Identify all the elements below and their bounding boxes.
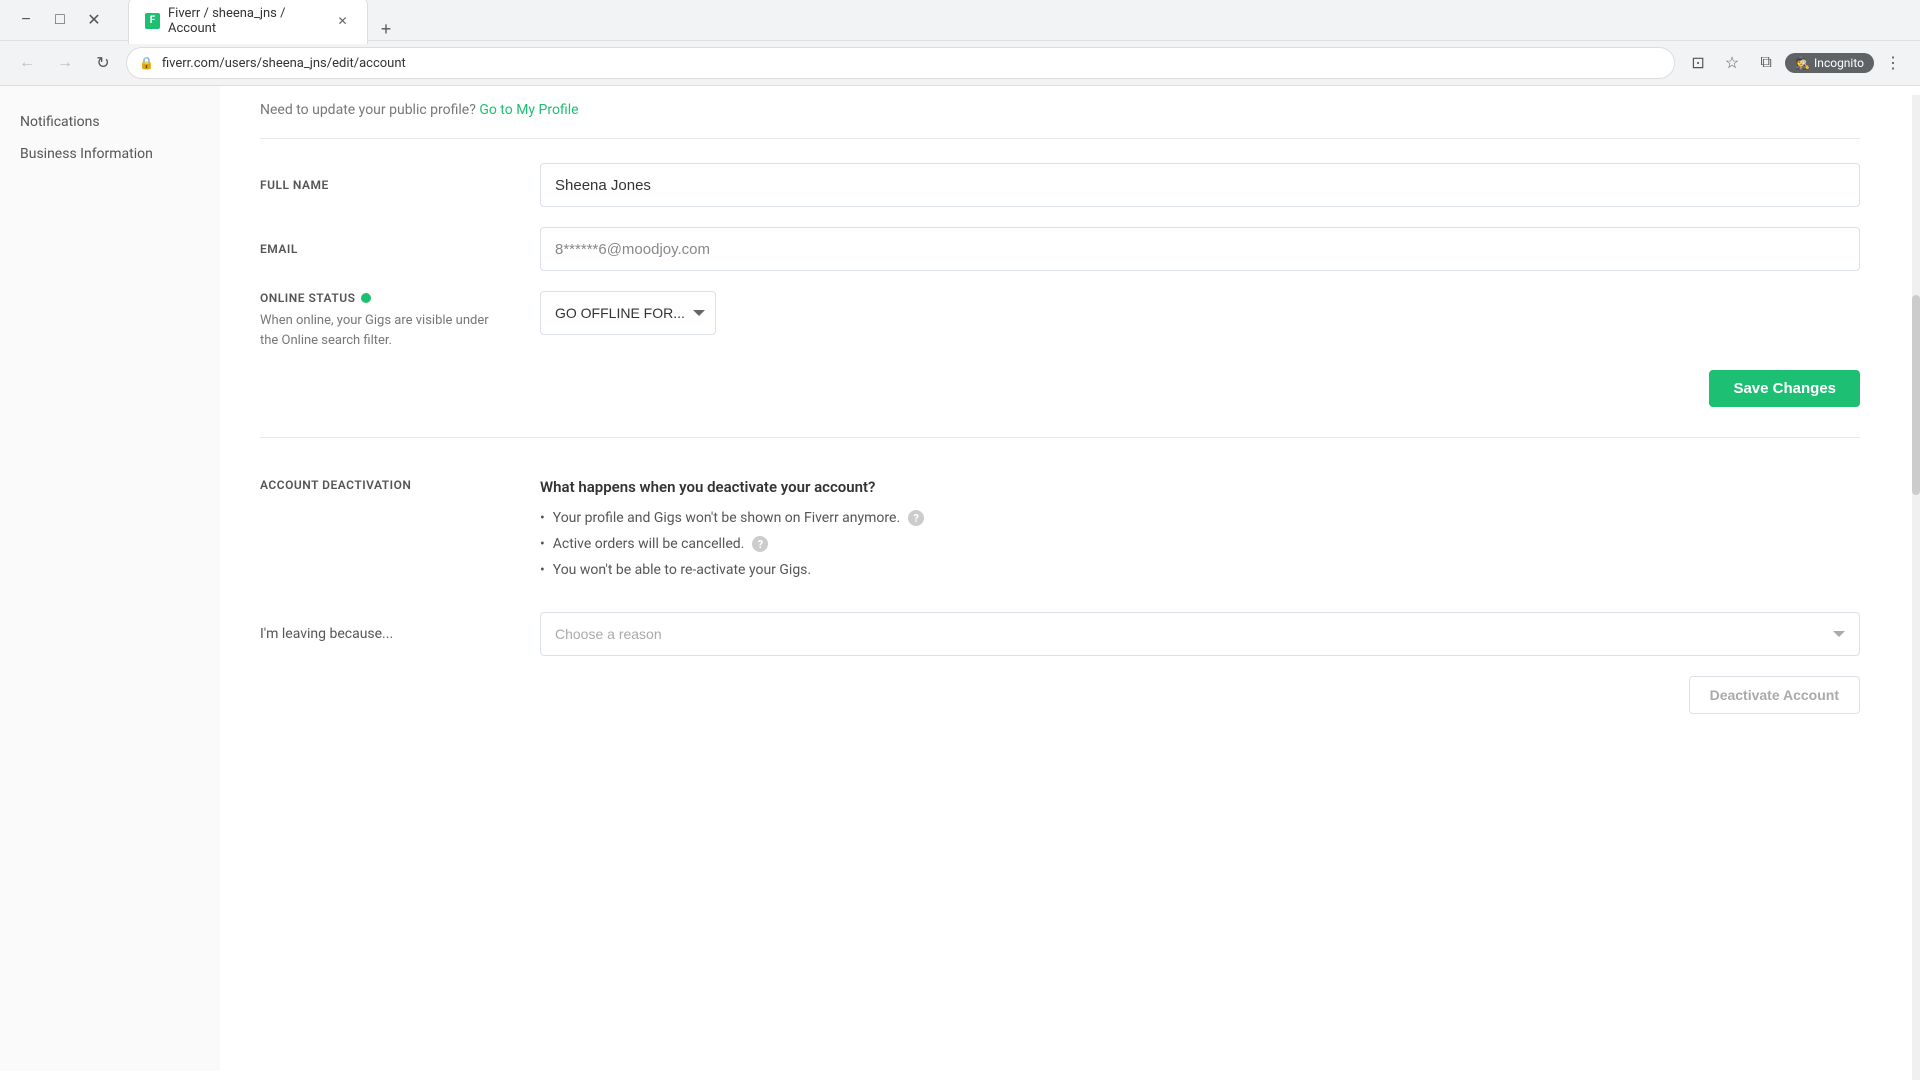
address-bar[interactable]: 🔒 fiverr.com/users/sheena_jns/edit/accou… [126,47,1675,79]
online-description: When online, your Gigs are visible under… [260,311,500,350]
full-name-input[interactable] [540,163,1860,207]
bullet-1-text: Your profile and Gigs won't be shown on … [553,510,900,526]
picture-in-picture-button[interactable]: ⊡ [1683,48,1713,78]
maximize-button[interactable]: □ [46,6,74,34]
url-text: fiverr.com/users/sheena_jns/edit/account [162,56,406,71]
deactivation-label-col: ACCOUNT DEACTIVATION [260,478,540,492]
sidebar: Notifications Business Information [0,86,220,1071]
deactivation-section: ACCOUNT DEACTIVATION What happens when y… [260,468,1860,714]
leaving-row: I'm leaving because... Choose a reason N… [260,612,1860,656]
tab-title: Fiverr / sheena_jns / Account [168,6,326,36]
full-name-row: FULL NAME [260,163,1860,207]
back-button[interactable]: ← [12,48,42,78]
deactivation-header-row: ACCOUNT DEACTIVATION What happens when y… [260,478,1860,588]
scrollbar-track[interactable] [1912,95,1920,1080]
scrollbar-thumb[interactable] [1912,295,1920,495]
deactivate-btn-row: Deactivate Account [260,676,1860,714]
online-status-label-col: ONLINE STATUS When online, your Gigs are… [260,291,540,350]
info-icon-2[interactable]: ? [752,536,768,552]
form-section: FULL NAME EMAIL ONLINE STATUS When onlin… [260,163,1860,438]
deactivation-bullet-1: Your profile and Gigs won't be shown on … [540,510,1860,526]
email-label: EMAIL [260,242,540,256]
top-notice-text: Need to update your public profile? [260,102,476,118]
deactivation-list: Your profile and Gigs won't be shown on … [540,510,1860,578]
incognito-badge: 🕵 Incognito [1785,53,1874,73]
active-tab[interactable]: F Fiverr / sheena_jns / Account ✕ [128,0,368,44]
online-dot [361,293,371,303]
page-container: Notifications Business Information Need … [0,86,1920,1071]
top-notice: Need to update your public profile? Go t… [260,86,1860,139]
bullet-3-text: You won't be able to re-activate your Gi… [553,562,811,578]
tab-bar: F Fiverr / sheena_jns / Account ✕ + [116,0,412,44]
deactivate-account-button[interactable]: Deactivate Account [1689,676,1860,714]
email-input[interactable] [540,227,1860,271]
online-status-select[interactable]: GO OFFLINE FOR... 1 Hour 2 Hours 4 Hours… [540,291,716,335]
full-name-label: FULL NAME [260,178,540,192]
sidebar-item-business-info[interactable]: Business Information [0,138,220,170]
main-content: Need to update your public profile? Go t… [220,86,1920,1071]
deactivation-info: What happens when you deactivate your ac… [540,478,1860,588]
online-status-row: ONLINE STATUS When online, your Gigs are… [260,291,1860,350]
bullet-2-text: Active orders will be cancelled. [553,536,745,552]
deactivation-title: What happens when you deactivate your ac… [540,478,1860,496]
forward-button[interactable]: → [50,48,80,78]
save-btn-row: Save Changes [260,370,1860,407]
lock-icon: 🔒 [139,56,154,70]
reason-select[interactable]: Choose a reason Not enough work Privacy … [540,612,1860,656]
tab-close-button[interactable]: ✕ [334,12,351,30]
incognito-icon: 🕵 [1795,56,1810,70]
sidebar-item-notifications[interactable]: Notifications [0,106,220,138]
window-controls: − □ ✕ [12,6,108,34]
browser-titlebar: − □ ✕ F Fiverr / sheena_jns / Account ✕ … [0,0,1920,40]
menu-button[interactable]: ⋮ [1878,48,1908,78]
close-window-button[interactable]: ✕ [80,6,108,34]
tab-favicon: F [145,13,160,29]
incognito-label: Incognito [1814,56,1864,70]
browser-chrome: − □ ✕ F Fiverr / sheena_jns / Account ✕ … [0,0,1920,86]
deactivation-bullet-2: Active orders will be cancelled. ? [540,536,1860,552]
go-to-profile-link[interactable]: Go to My Profile [479,102,578,118]
online-status-label: ONLINE STATUS [260,291,540,305]
new-tab-button[interactable]: + [372,16,400,44]
deactivation-label: ACCOUNT DEACTIVATION [260,478,540,492]
toolbar-icons: ⊡ ☆ ⧉ 🕵 Incognito ⋮ [1683,48,1908,78]
leaving-label: I'm leaving because... [260,626,540,642]
minimize-button[interactable]: − [12,6,40,34]
browser-toolbar: ← → ↻ 🔒 fiverr.com/users/sheena_jns/edit… [0,40,1920,85]
info-icon-1[interactable]: ? [908,510,924,526]
save-changes-button[interactable]: Save Changes [1709,370,1860,407]
bookmark-button[interactable]: ☆ [1717,48,1747,78]
email-row: EMAIL [260,227,1860,271]
deactivation-bullet-3: You won't be able to re-activate your Gi… [540,562,1860,578]
reload-button[interactable]: ↻ [88,48,118,78]
extensions-button[interactable]: ⧉ [1751,48,1781,78]
